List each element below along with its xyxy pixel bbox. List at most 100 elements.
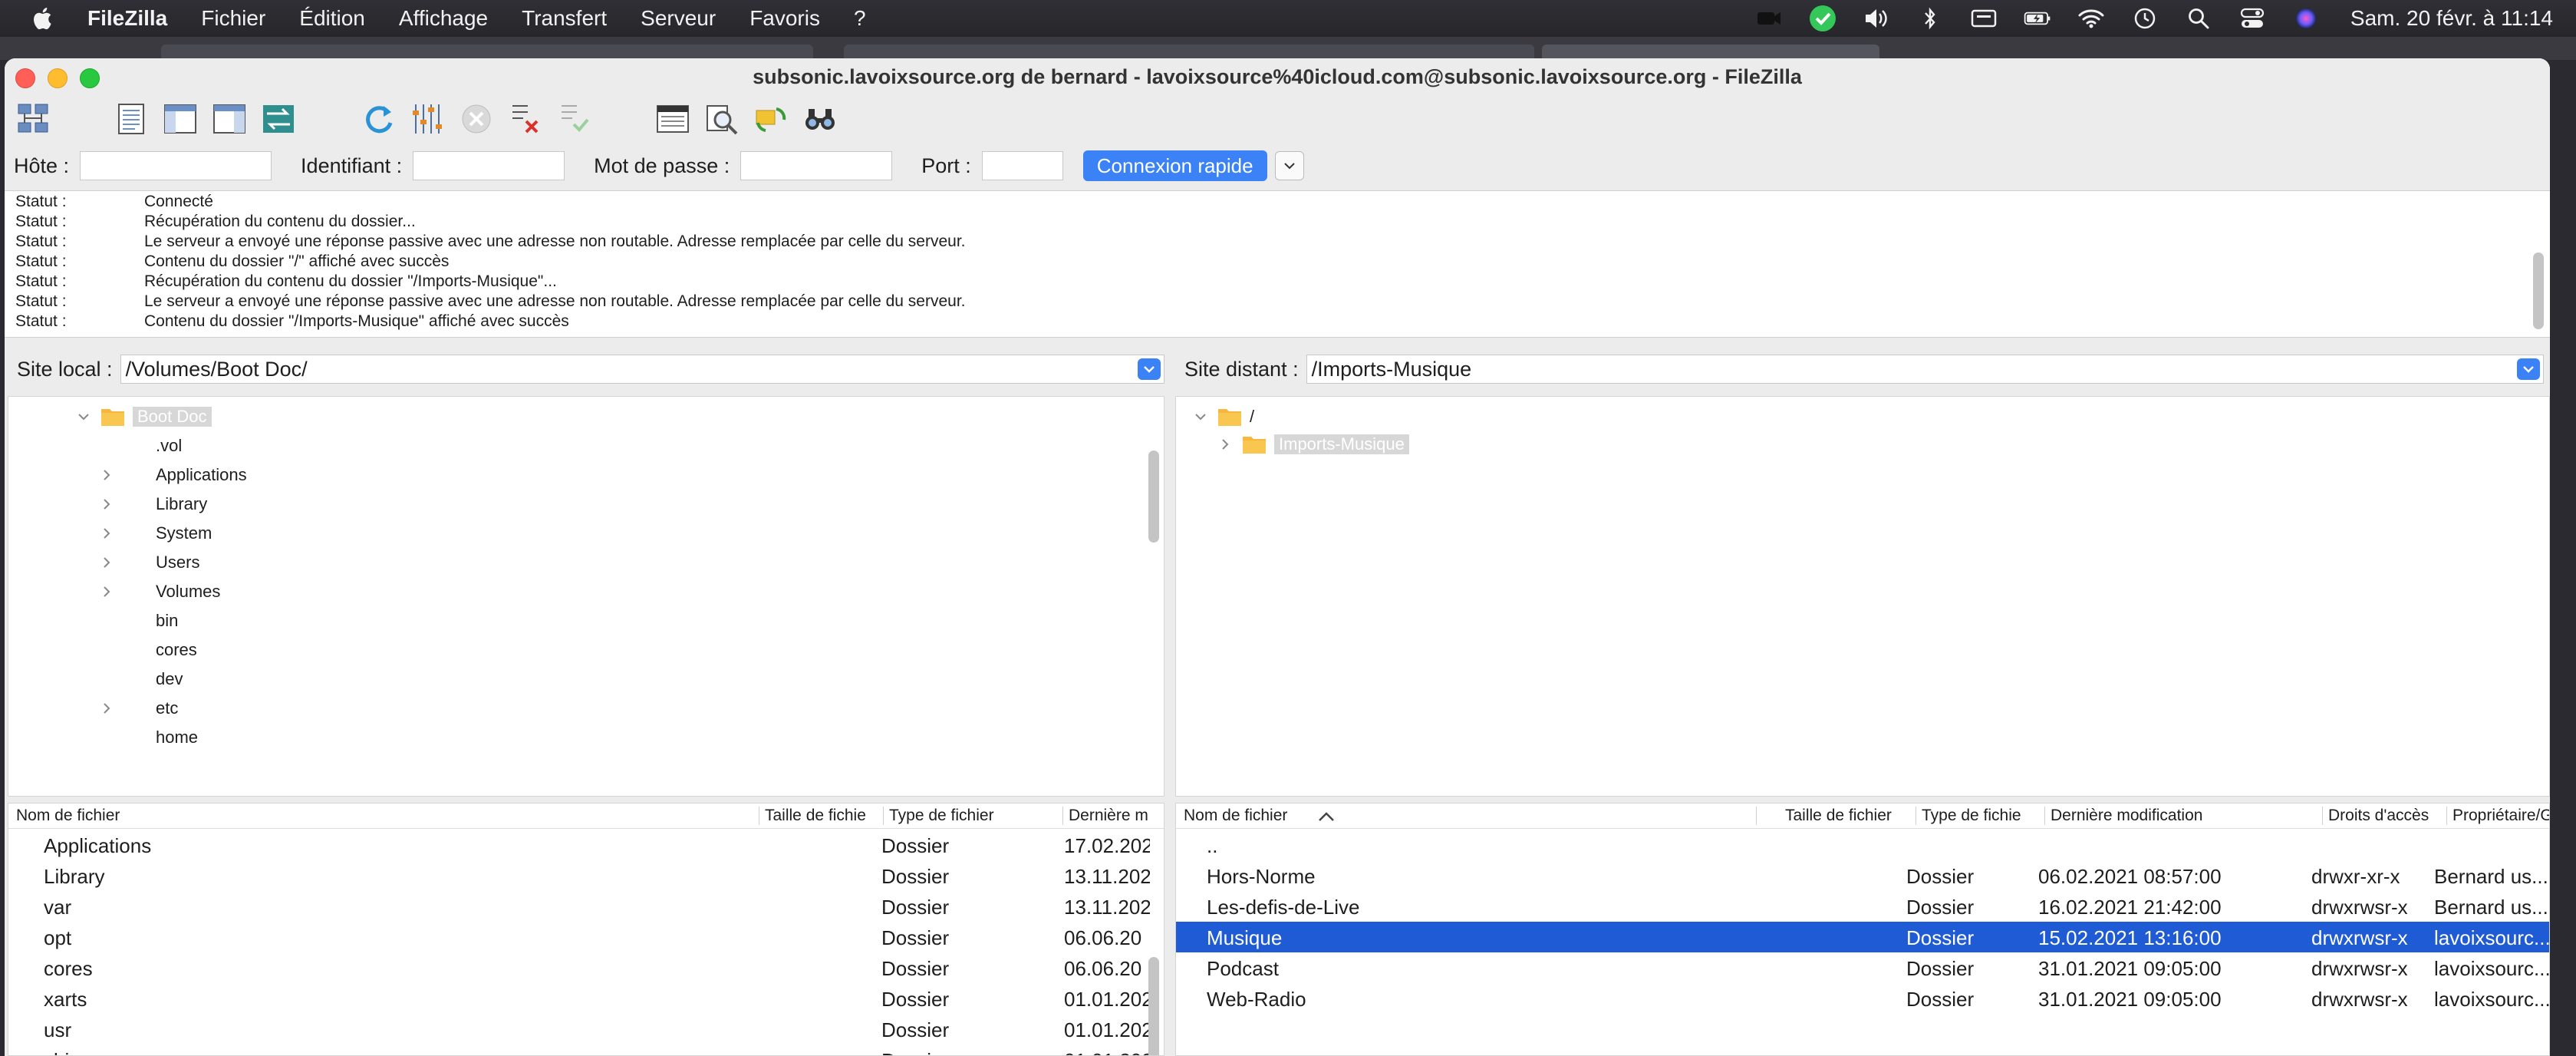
column-header-modified[interactable]: Dernière m [1069,807,1153,825]
menu-edition[interactable]: Édition [299,6,365,31]
tree-node-root[interactable]: / [1193,403,1254,431]
disconnect-icon[interactable] [506,100,545,138]
column-header-permissions[interactable]: Droits d'accès [2328,807,2443,825]
siri-icon[interactable] [2292,7,2320,30]
time-machine-icon[interactable] [2131,7,2159,30]
local-directory-tree[interactable]: Boot Doc .vol Applications Library System Us… [8,396,1164,797]
search-files-icon[interactable] [801,100,839,138]
file-row[interactable]: var Dossier 13.11.202 [8,891,1164,922]
synchronized-browsing-icon[interactable] [752,100,790,138]
menu-fichier[interactable]: Fichier [201,6,265,31]
file-row[interactable]: Les-defis-de-Live Dossier 16.02.2021 21:42… [1176,891,2549,922]
user-input[interactable] [413,151,565,180]
toggle-remote-tree-icon[interactable] [210,100,249,138]
column-separator[interactable] [1756,807,1757,825]
local-path-dropdown[interactable] [1138,358,1161,380]
battery-charging-icon[interactable] [2024,7,2051,30]
tree-node[interactable]: Volumes [99,578,220,606]
close-window-button[interactable] [15,68,35,88]
apple-menu-icon[interactable] [31,5,57,31]
tree-node-boot-doc[interactable]: Boot Doc [76,403,212,431]
toggle-local-tree-icon[interactable] [161,100,199,138]
camera-off-icon[interactable] [1755,7,1783,30]
remote-path-dropdown[interactable] [2517,358,2540,380]
file-row[interactable]: Web-Radio Dossier 31.01.2021 09:05:00 drwxr… [1176,983,2549,1014]
log-scrollbar[interactable] [2533,252,2544,329]
spotlight-search-icon[interactable] [2185,7,2212,30]
cancel-icon[interactable] [457,100,496,138]
column-separator[interactable] [883,807,884,825]
tree-node[interactable]: .vol [99,432,182,460]
local-path-input[interactable]: /Volumes/Boot Doc/ [120,355,1164,384]
menu-serveur[interactable]: Serveur [641,6,716,31]
remote-directory-tree[interactable]: / Imports-Musique [1175,396,2550,797]
file-row[interactable]: xarts Dossier 01.01.202 [8,983,1164,1014]
site-manager-icon[interactable] [14,100,52,138]
chevron-right-icon[interactable] [99,467,114,483]
chevron-down-icon[interactable] [76,409,91,424]
reconnect-icon[interactable] [555,100,594,138]
toggle-queue-icon[interactable] [259,100,298,138]
directory-listing-filter-icon[interactable] [654,100,692,138]
tree-node[interactable]: home [99,724,198,751]
column-header-type[interactable]: Type de fichie [1922,807,2043,825]
column-header-modified[interactable]: Dernière modification [2051,807,2319,825]
password-input[interactable] [740,151,893,180]
column-header-size[interactable]: Taille de fichie [765,807,880,825]
quick-connect-history-button[interactable] [1274,151,1304,180]
menu-app-name[interactable]: FileZilla [87,6,167,31]
display-icon[interactable] [1970,7,1998,30]
menu-favoris[interactable]: Favoris [749,6,820,31]
menu-help[interactable]: ? [854,6,866,31]
local-file-list[interactable]: Nom de fichier Taille de fichie Type de … [8,803,1164,1056]
file-row[interactable]: Library Dossier 13.11.202 [8,860,1164,891]
title-bar[interactable]: subsonic.lavoixsource.org de bernard - l… [5,58,2550,95]
port-input[interactable] [981,151,1063,180]
host-input[interactable] [80,151,272,180]
file-row[interactable]: .. [1176,830,2549,860]
tree-node-imports-musique[interactable]: Imports-Musique [1217,431,1409,458]
checkmark-circle-icon[interactable] [1809,5,1836,31]
column-header-type[interactable]: Type de fichier [889,807,1058,825]
file-row-selected[interactable]: Musique Dossier 15.02.2021 13:16:00 drwxrws… [1176,922,2549,952]
tree-node[interactable]: Applications [99,461,247,489]
menu-clock[interactable]: Sam. 20 févr. à 11:14 [2350,6,2553,31]
remote-file-list[interactable]: Nom de fichier Taille de fichier Type de… [1175,803,2550,1056]
local-file-list-scrollbar[interactable] [1148,957,1159,1055]
file-row[interactable]: cores Dossier 06.06.20 [8,952,1164,983]
column-header-owner[interactable]: Propriétaire/Gr [2452,807,2549,825]
volume-icon[interactable] [1863,7,1890,30]
file-row[interactable]: Applications Dossier 17.02.202 [8,830,1164,860]
column-header-name[interactable]: Nom de fichier [1184,807,1314,825]
remote-path-input[interactable]: /Imports-Musique [1306,355,2544,384]
menu-affichage[interactable]: Affichage [399,6,488,31]
zoom-window-button[interactable] [80,68,100,88]
file-row[interactable]: usr Dossier 01.01.202 [8,1014,1164,1044]
toggle-log-icon[interactable] [112,100,150,138]
wifi-icon[interactable] [2077,7,2105,30]
refresh-icon[interactable] [359,100,397,138]
chevron-right-icon[interactable] [99,584,114,599]
column-separator[interactable] [2044,807,2045,825]
message-log[interactable]: Statut : Connecté Statut : Récupération du… [5,190,2550,338]
tree-node[interactable]: cores [99,636,197,664]
file-row[interactable]: Podcast Dossier 31.01.2021 09:05:00 drwxrws… [1176,952,2549,983]
column-header-size[interactable]: Taille de fichier [1785,807,1914,825]
column-separator[interactable] [2446,807,2447,825]
local-tree-scrollbar[interactable] [1148,450,1159,543]
chevron-down-icon[interactable] [1193,409,1208,424]
minimize-window-button[interactable] [48,68,68,88]
chevron-right-icon[interactable] [99,526,114,541]
chevron-right-icon[interactable] [99,497,114,512]
tree-node[interactable]: Users [99,549,199,576]
control-center-icon[interactable] [2238,7,2266,30]
column-header-name[interactable]: Nom de fichier [16,807,753,825]
tree-node[interactable]: bin [99,607,178,635]
chevron-right-icon[interactable] [99,555,114,570]
toggle-comparison-icon[interactable] [703,100,741,138]
tree-node[interactable]: etc [99,695,178,722]
tree-node[interactable]: Library [99,490,207,518]
file-row[interactable]: Hors-Norme Dossier 06.02.2021 08:57:00 drwx… [1176,860,2549,891]
chevron-right-icon[interactable] [1217,437,1233,452]
quick-connect-button[interactable]: Connexion rapide [1082,150,1267,181]
